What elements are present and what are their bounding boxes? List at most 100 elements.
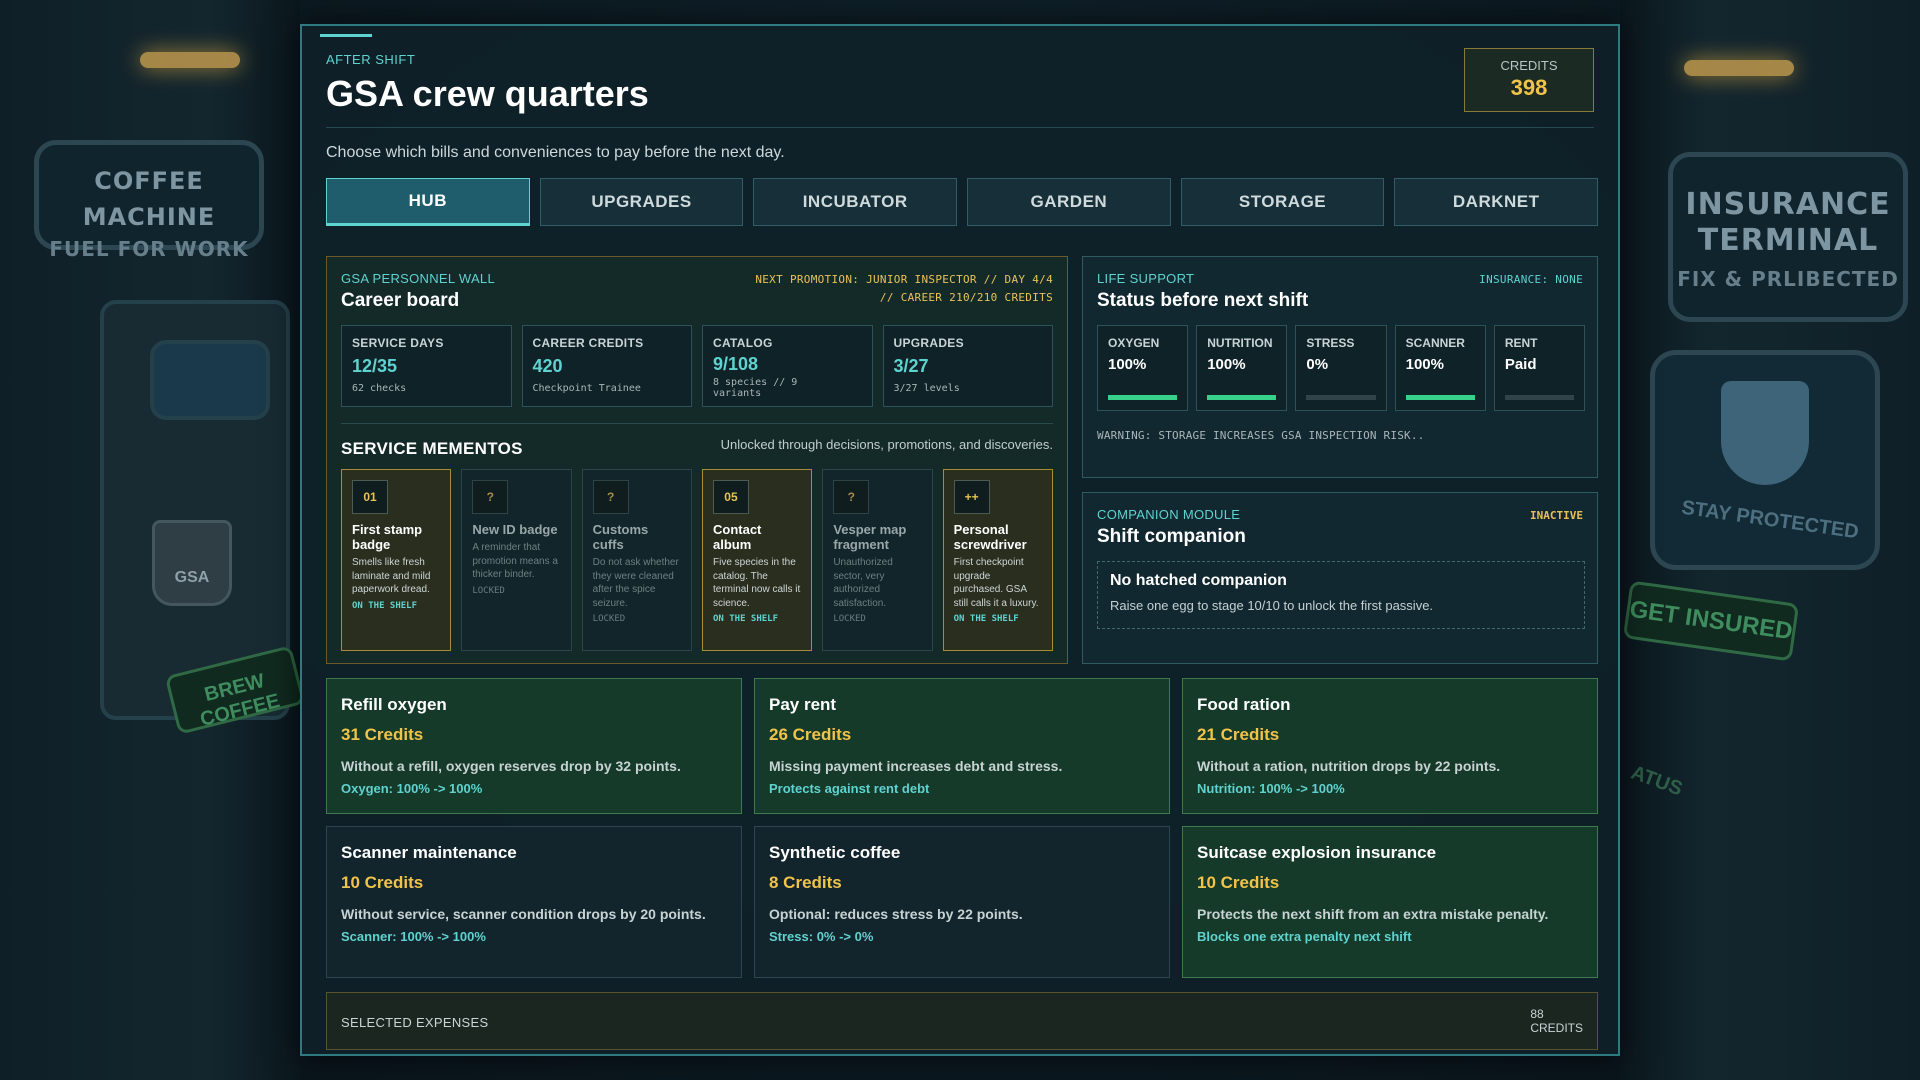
selected-expenses-total: 88 CREDITS	[1530, 1007, 1583, 1035]
tab-darknet[interactable]: DARKNET	[1394, 178, 1599, 226]
expense-desc: Optional: reduces stress by 22 points.	[769, 906, 1023, 922]
stat-label: CATALOG	[713, 336, 773, 350]
expense-cost: 10 Credits	[341, 873, 424, 892]
companion-heading: COMPANION MODULE Shift companion	[1097, 507, 1246, 548]
gsa-mug: GSA	[152, 520, 232, 606]
career-stats: SERVICE DAYS 12/35 62 checks CAREER CRED…	[341, 325, 1053, 407]
insurance-status: INSURANCE: NONE	[1479, 273, 1583, 286]
shield-icon	[1721, 381, 1809, 485]
vitals-row: OXYGEN 100% NUTRITION 100% STRESS 0% SCA…	[1097, 325, 1586, 411]
expense-cost: 10 Credits	[1197, 873, 1280, 892]
stat-service-days: SERVICE DAYS 12/35 62 checks	[341, 325, 512, 407]
expense-food-ration[interactable]: Food ration 21 Credits Without a ration,…	[1182, 678, 1598, 814]
vital-bar	[1405, 395, 1475, 400]
memento-desc: A reminder that promotion means a thicke…	[472, 542, 558, 580]
expense-scanner-maintenance[interactable]: Scanner maintenance 10 Credits Without s…	[326, 826, 742, 978]
memento-name: Contact album	[712, 522, 762, 552]
companion-title: Shift companion	[1097, 526, 1246, 547]
selected-expenses-amount: 88	[1530, 1007, 1544, 1021]
stat-label: SERVICE DAYS	[352, 336, 444, 350]
expense-suitcase-insurance[interactable]: Suitcase explosion insurance 10 Credits …	[1182, 826, 1598, 978]
memento-name: Personal screwdriver	[953, 522, 1027, 552]
tab-garden[interactable]: GARDEN	[967, 178, 1171, 226]
memento-first-stamp-badge[interactable]: 01 First stamp badge Smells like fresh l…	[341, 469, 452, 651]
stat-sub: 8 species // 9 variants	[713, 377, 798, 399]
insurance-sign-line3: FIX & PRLIBECTED	[1677, 267, 1899, 291]
tab-storage[interactable]: STORAGE	[1180, 178, 1385, 226]
expense-refill-oxygen[interactable]: Refill oxygen 31 Credits Without a refil…	[326, 678, 742, 814]
page-subtitle: Choose which bills and conveniences to p…	[326, 144, 785, 161]
memento-name: New ID badge	[472, 522, 558, 537]
memento-name: First stamp badge	[352, 522, 423, 552]
stat-sub: 3/27 levels	[893, 383, 960, 394]
stay-protected-label: STAY PROTECTED	[1680, 496, 1861, 544]
stat-value: 9/108	[713, 354, 759, 374]
expense-title: Pay rent	[769, 695, 837, 714]
memento-vesper-map-fragment[interactable]: ? Vesper map fragment Unauthorized secto…	[822, 469, 933, 651]
memento-number: ?	[833, 480, 870, 514]
expense-title: Synthetic coffee	[769, 843, 901, 862]
expense-synthetic-coffee[interactable]: Synthetic coffee 8 Credits Optional: red…	[754, 826, 1170, 978]
insurance-screen: STAY PROTECTED	[1650, 350, 1880, 570]
selected-expenses-unit: CREDITS	[1530, 1021, 1583, 1035]
vital-rent: RENT Paid	[1493, 325, 1586, 411]
get-insured-plate: GET INSURED	[1622, 580, 1800, 662]
mementos-title: SERVICE MEMENTOS	[341, 439, 523, 458]
stat-upgrades: UPGRADES 3/27 3/27 levels	[882, 325, 1053, 407]
memento-new-id-badge[interactable]: ? New ID badge A reminder that promotion…	[461, 469, 572, 651]
memento-customs-cuffs[interactable]: ? Customs cuffs Do not ask whether they …	[581, 469, 692, 651]
career-kicker: GSA PERSONNEL WALL	[341, 271, 495, 286]
tab-bar: HUB UPGRADES INCUBATOR GARDEN STORAGE DA…	[326, 178, 1599, 226]
expense-cost: 8 Credits	[769, 873, 842, 892]
selected-expenses-bar: SELECTED EXPENSES 88 CREDITS	[326, 992, 1598, 1050]
vital-bar	[1108, 395, 1178, 400]
companion-state: INACTIVE	[1530, 509, 1583, 522]
memento-contact-album[interactable]: 05 Contact album Five species in the cat…	[701, 469, 813, 651]
memento-number: ?	[472, 480, 509, 514]
mementos-shelf: 01 First stamp badge Smells like fresh l…	[341, 469, 1053, 651]
coffee-sign-line2: FUEL FOR WORK	[49, 237, 249, 261]
page-title: GSA crew quarters	[326, 73, 649, 114]
expense-title: Refill oxygen	[341, 695, 447, 714]
ceiling-lamp	[1684, 60, 1794, 76]
expense-cost: 26 Credits	[769, 725, 852, 744]
stat-label: CAREER CREDITS	[532, 336, 644, 350]
memento-tag: ON THE SHELF	[352, 600, 418, 611]
header-kicker: AFTER SHIFT	[326, 52, 416, 67]
expense-cost: 31 Credits	[341, 725, 424, 744]
expense-cost: 21 Credits	[1197, 725, 1280, 744]
memento-desc: Smells like fresh laminate and mild pape…	[352, 557, 431, 595]
stat-value: 420	[532, 356, 563, 376]
credits-value: 398	[1510, 75, 1548, 100]
memento-tag: ON THE SHELF	[953, 614, 1019, 624]
vital-value: 100%	[1405, 356, 1444, 373]
vital-bar-fill	[1108, 395, 1178, 400]
memento-tag: ON THE SHELF	[712, 614, 779, 624]
expense-pay-rent[interactable]: Pay rent 26 Credits Missing payment incr…	[754, 678, 1170, 814]
credits-label: CREDITS	[1500, 58, 1558, 73]
memento-tag: LOCKED	[592, 614, 626, 624]
vital-bar	[1207, 395, 1277, 400]
status-fragment: ATUS	[1628, 761, 1686, 801]
tab-upgrades[interactable]: UPGRADES	[539, 178, 744, 226]
panel-header: AFTER SHIFT GSA crew quarters CREDITS 39…	[326, 48, 1594, 128]
expense-desc: Protects the next shift from an extra mi…	[1197, 906, 1549, 922]
memento-desc: First checkpoint upgrade purchased. GSA …	[953, 557, 1039, 609]
memento-desc: Do not ask whether they were cleaned aft…	[592, 557, 679, 609]
memento-name: Customs cuffs	[592, 522, 649, 552]
memento-number: 01	[352, 480, 388, 514]
memento-number: 05	[712, 480, 749, 514]
selected-expenses-label: SELECTED EXPENSES	[341, 1015, 489, 1030]
memento-tag: LOCKED	[833, 614, 866, 624]
vital-label: STRESS	[1306, 336, 1355, 350]
expense-effect: Nutrition: 100% -> 100%	[1197, 781, 1345, 796]
memento-name: Vesper map fragment	[833, 522, 907, 552]
background-right: INSURANCE TERMINAL FIX & PRLIBECTED STAY…	[1620, 0, 1920, 1080]
expense-desc: Without a refill, oxygen reserves drop b…	[341, 758, 681, 774]
tab-hub[interactable]: HUB	[326, 178, 530, 226]
memento-personal-screwdriver[interactable]: ++ Personal screwdriver First checkpoint…	[942, 469, 1053, 651]
companion-panel: COMPANION MODULE Shift companion INACTIV…	[1082, 492, 1598, 664]
tab-incubator[interactable]: INCUBATOR	[753, 178, 958, 226]
vital-value: Paid	[1504, 356, 1537, 373]
career-title: Career board	[341, 290, 460, 311]
